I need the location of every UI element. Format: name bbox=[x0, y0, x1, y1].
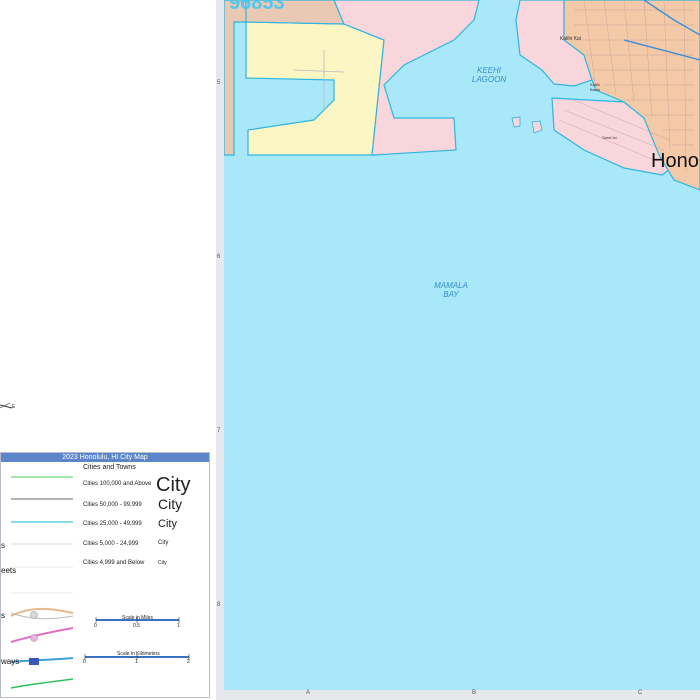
legend-row-desc: Cities 4,999 and Below bbox=[83, 560, 145, 566]
legend-row-desc: Cities 5,000 - 24,999 bbox=[83, 541, 139, 547]
legend-row-sample: City bbox=[158, 560, 167, 566]
legend-row-desc: Cities 100,000 and Above bbox=[83, 481, 152, 487]
zip-code-label: 96853 bbox=[229, 0, 285, 14]
keehi-lagoon-label: KEEHI LAGOON bbox=[471, 66, 507, 84]
kalihi-basin-label: Kalihi Basin bbox=[590, 82, 601, 92]
scale-tick-label: 0.5 bbox=[133, 623, 140, 629]
bottom-grid-ruler: A B C bbox=[216, 690, 700, 700]
grid-row-number: 7 bbox=[217, 428, 221, 434]
map-frame-gutter bbox=[216, 0, 224, 700]
legend-fragment-label: ways bbox=[1, 657, 20, 666]
grid-column-letter: C bbox=[638, 690, 643, 696]
scale-tick-label: 1 bbox=[135, 659, 138, 665]
map-legend: 2023 Honolulu, HI City Map Cities and To… bbox=[0, 452, 210, 698]
grid-column-letter: B bbox=[472, 690, 477, 696]
map-canvas[interactable] bbox=[224, 0, 700, 690]
scale-tick-label: 1 bbox=[177, 623, 180, 629]
honolulu-city-label: Hono bbox=[651, 150, 699, 172]
legend-row-desc: Cities 25,000 - 49,999 bbox=[83, 521, 142, 527]
scale-tick-label: 0 bbox=[94, 623, 97, 629]
legend-fragment-label: eets bbox=[1, 566, 17, 575]
legend-fragment-label: s bbox=[1, 611, 5, 620]
grid-row-number: 8 bbox=[217, 602, 221, 608]
legend-row-sample: City bbox=[156, 474, 191, 496]
kalihi-kai-label: Kalihi Kai bbox=[560, 36, 581, 42]
grid-row-number: 6 bbox=[217, 254, 221, 260]
scale-km-title: Scale in Kilometers bbox=[117, 651, 160, 657]
scale-tick-label: 0 bbox=[83, 659, 86, 665]
legend-row-sample: City bbox=[158, 540, 169, 546]
scale-tick-label: 2 bbox=[187, 659, 190, 665]
legend-title: 2023 Honolulu, HI City Map bbox=[1, 453, 209, 462]
legend-row-desc: Cities 50,000 - 99,999 bbox=[83, 502, 142, 508]
compass-east-label: E bbox=[12, 404, 16, 410]
map-svg[interactable] bbox=[224, 0, 700, 690]
compass-rose-icon bbox=[0, 402, 13, 409]
legend-row-sample: City bbox=[158, 518, 177, 530]
grid-row-number: 5 bbox=[217, 80, 221, 86]
mamala-bay-label: MAMALA BAY bbox=[434, 281, 468, 299]
sand-island-label: Sand Isl bbox=[602, 135, 617, 140]
scale-miles-title: Scale in Miles bbox=[122, 615, 153, 621]
grid-column-letter: A bbox=[306, 690, 311, 696]
legend-fragment-label: s bbox=[1, 541, 5, 550]
legend-row-sample: City bbox=[158, 496, 183, 512]
